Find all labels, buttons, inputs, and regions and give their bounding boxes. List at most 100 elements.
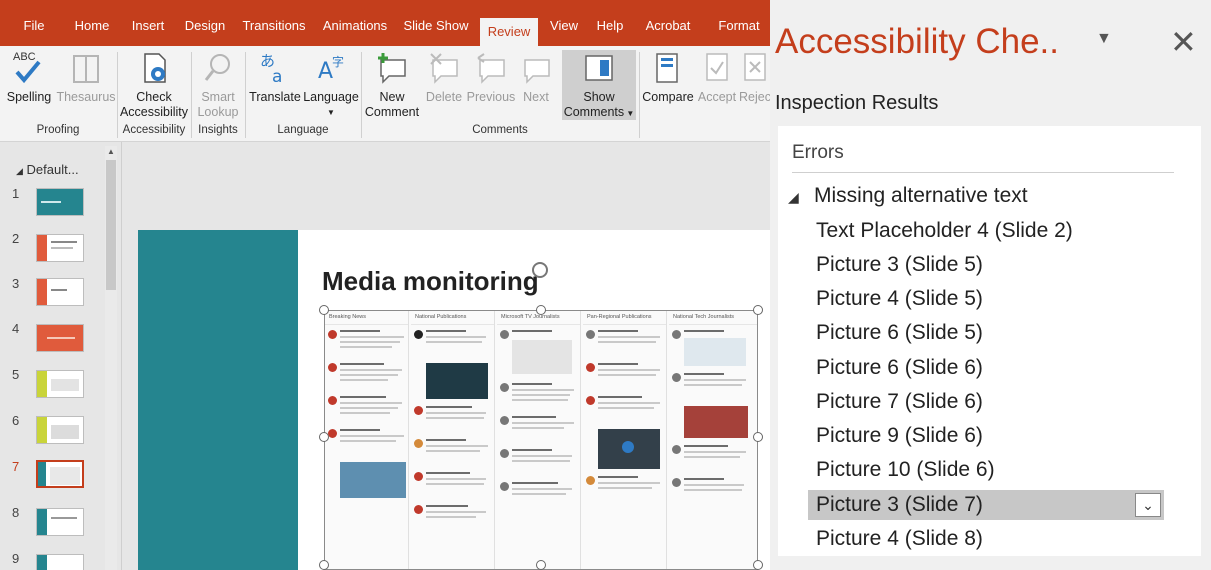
result-item[interactable]: Picture 6 (Slide 5)	[808, 318, 1168, 348]
language-label: Language	[303, 90, 359, 104]
accessibility-check-icon	[144, 53, 166, 83]
tab-animations[interactable]: Animations	[318, 14, 392, 46]
expand-triangle-icon: ◢	[788, 189, 799, 205]
tab-transitions[interactable]: Transitions	[238, 14, 310, 46]
chevron-down-icon[interactable]: ⌄	[1135, 493, 1161, 517]
tab-acrobat[interactable]: Acrobat	[640, 14, 696, 46]
translate-button[interactable]: あa Translate	[247, 50, 303, 105]
slide-thumbnail-2[interactable]	[36, 234, 84, 262]
resize-handle-bottom-left[interactable]	[319, 560, 329, 570]
resize-handle-bottom-right[interactable]	[753, 560, 763, 570]
slide-editor: Media monitoring Breaking News National …	[122, 142, 770, 570]
tab-view[interactable]: View	[545, 14, 583, 46]
slide-thumbnail-7-selected[interactable]	[36, 460, 84, 488]
tab-format[interactable]: Format	[712, 14, 766, 46]
resize-handle-top-left[interactable]	[319, 305, 329, 315]
smart-lookup-button[interactable]: Smart Lookup	[192, 50, 244, 120]
tab-home[interactable]: Home	[68, 14, 116, 46]
section-header[interactable]: ◢ Default...	[16, 162, 79, 177]
tab-slide-show[interactable]: Slide Show	[400, 14, 472, 46]
accept-icon	[706, 53, 728, 81]
lightbulb-search-icon	[204, 54, 230, 81]
media-monitoring-picture[interactable]: Breaking News National Publications Micr…	[324, 310, 758, 570]
slide-thumbnail-9[interactable]	[36, 554, 84, 570]
show-comments-button[interactable]: Show Comments ▼	[562, 50, 636, 120]
check-accessibility-button[interactable]: Check Accessibility	[118, 50, 190, 120]
resize-handle-bottom[interactable]	[536, 560, 546, 570]
tab-file[interactable]: File	[14, 14, 54, 46]
tab-review[interactable]: Review	[480, 18, 538, 46]
result-item[interactable]: Picture 7 (Slide 6)	[808, 387, 1168, 417]
picture-column-header: National Tech Journalists	[669, 311, 757, 325]
thesaurus-button[interactable]: Thesaurus	[56, 50, 116, 105]
tweet	[500, 480, 577, 510]
book-icon	[73, 55, 99, 83]
category-missing-alt-text[interactable]: ◢ Missing alternative text	[788, 184, 1028, 208]
collapse-triangle-icon: ◢	[16, 166, 23, 176]
next-comment-button[interactable]: Next	[516, 50, 556, 105]
rotate-handle-icon[interactable]	[532, 262, 548, 278]
accept-button[interactable]: Accept	[696, 50, 738, 105]
result-item-selected[interactable]: Picture 3 (Slide 7) ⌄	[808, 490, 1164, 520]
svg-text:字: 字	[332, 54, 344, 69]
tweet-image	[672, 404, 756, 440]
abc-label: ABC	[13, 51, 36, 63]
resize-handle-left[interactable]	[319, 432, 329, 442]
slide-thumbnail-4[interactable]	[36, 324, 84, 352]
result-item[interactable]: Picture 3 (Slide 5)	[808, 250, 1168, 280]
result-item[interactable]: Picture 10 (Slide 6)	[808, 455, 1168, 485]
resize-handle-right[interactable]	[753, 432, 763, 442]
slide-thumbnail-1[interactable]	[36, 188, 84, 216]
check-accessibility-label-2: Accessibility	[119, 105, 189, 119]
close-icon[interactable]: ✕	[1170, 24, 1197, 60]
previous-comment-button[interactable]: Previous	[466, 50, 516, 105]
resize-handle-top-right[interactable]	[753, 305, 763, 315]
result-item[interactable]: Picture 9 (Slide 6)	[808, 421, 1168, 451]
tab-design[interactable]: Design	[180, 14, 230, 46]
slide-canvas[interactable]: Media monitoring Breaking News National …	[138, 230, 770, 570]
tweet	[500, 328, 577, 378]
spelling-button[interactable]: ABC Spelling	[0, 50, 58, 105]
reject-icon	[744, 53, 766, 81]
picture-column-header: Breaking News	[325, 311, 408, 325]
delete-comment-button[interactable]: Delete	[422, 50, 466, 105]
tweet	[672, 371, 756, 401]
inspection-results-heading: Inspection Results	[775, 92, 939, 114]
pane-options-dropdown-icon[interactable]: ▼	[1096, 30, 1112, 48]
slide-thumbnail-6[interactable]	[36, 416, 84, 444]
scrollbar-thumb[interactable]	[106, 160, 116, 290]
tweet	[414, 328, 491, 358]
group-language: Language	[277, 124, 329, 136]
reject-button[interactable]: Rejec	[738, 50, 770, 105]
result-item[interactable]: Picture 4 (Slide 5)	[808, 284, 1168, 314]
language-button[interactable]: A字 Language ▼	[303, 50, 359, 120]
compare-button[interactable]: Compare	[640, 50, 696, 105]
slide-title[interactable]: Media monitoring	[322, 266, 539, 297]
result-item[interactable]: Text Placeholder 4 (Slide 2)	[808, 216, 1168, 246]
show-comments-label-1: Show	[583, 90, 615, 104]
slide-thumbnail-8[interactable]	[36, 508, 84, 536]
tweet	[328, 328, 405, 358]
tweet	[672, 476, 756, 506]
spelling-check-icon: ABC	[9, 50, 49, 86]
tab-insert[interactable]: Insert	[125, 14, 171, 46]
tweet	[414, 503, 491, 533]
result-item[interactable]: Picture 6 (Slide 6)	[808, 353, 1168, 383]
slide-thumbnail-5[interactable]	[36, 370, 84, 398]
spelling-label: Spelling	[6, 90, 52, 104]
resize-handle-top[interactable]	[536, 305, 546, 315]
thumbnail-scrollbar[interactable]: ▲	[105, 146, 117, 570]
tweet	[672, 443, 756, 473]
ribbon-tab-bar: File Home Insert Design Transitions Anim…	[0, 0, 770, 46]
scroll-up-icon[interactable]: ▲	[106, 147, 116, 157]
previous-label: Previous	[466, 90, 516, 104]
new-comment-button[interactable]: New Comment	[364, 50, 420, 120]
result-item[interactable]: Picture 4 (Slide 8)	[808, 524, 1168, 554]
picture-column: National Publications	[411, 311, 495, 569]
reject-label: Rejec	[739, 90, 770, 104]
slide-thumbnail-3[interactable]	[36, 278, 84, 306]
previous-comment-icon	[477, 53, 505, 84]
category-label: Missing alternative text	[814, 184, 1028, 207]
group-accessibility: Accessibility	[122, 124, 186, 136]
tab-help[interactable]: Help	[592, 14, 628, 46]
